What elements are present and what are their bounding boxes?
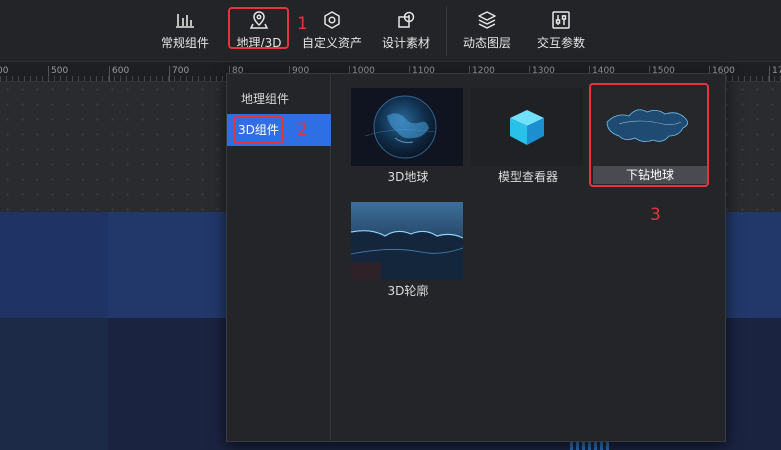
toolbar-item-label: 设计素材: [381, 36, 430, 50]
ruler-minor-tick: [198, 76, 199, 81]
ruler-minor-tick: [756, 76, 757, 81]
ruler-minor-tick: [60, 76, 61, 81]
ruler-minor-tick: [6, 76, 7, 81]
ruler-minor-tick: [42, 76, 43, 81]
ruler-minor-tick: [750, 76, 751, 81]
ruler-minor-tick: [30, 76, 31, 81]
annotation-number: 1: [297, 14, 308, 34]
ruler-minor-tick: [66, 76, 67, 81]
ruler-minor-tick: [90, 76, 91, 81]
category-3d-components[interactable]: 3D组件: [227, 114, 331, 146]
ruler-minor-tick: [24, 76, 25, 81]
bar-chart-icon: [174, 9, 196, 31]
layers-icon: [476, 9, 498, 31]
ruler-minor-tick: [144, 76, 145, 81]
component-card-3d-globe[interactable]: 3D地球: [351, 88, 465, 185]
component-label: 3D轮廓: [387, 284, 429, 298]
ruler-minor-tick: [150, 76, 151, 81]
toolbar-item-design-materials[interactable]: 设计素材: [381, 0, 431, 62]
ruler-minor-tick: [120, 76, 121, 81]
ruler-minor-tick: [72, 76, 73, 81]
ruler-minor-tick: [744, 76, 745, 81]
ruler-minor-tick: [726, 76, 727, 81]
ruler-minor-tick: [156, 76, 157, 81]
ruler-minor-tick: [138, 76, 139, 81]
ruler-minor-tick: [192, 76, 193, 81]
ruler-minor-tick: [768, 76, 769, 81]
ruler-tick: 00: [0, 62, 8, 82]
ruler-minor-tick: [210, 76, 211, 81]
ruler-minor-tick: [78, 76, 79, 81]
ruler-minor-tick: [114, 76, 115, 81]
app-window: { "toolbar": { "items": [ {"label": "常规组…: [0, 0, 781, 450]
ruler-minor-tick: [762, 76, 763, 81]
toolbar-item-label: 自定义资产: [302, 36, 363, 50]
design-material-icon: [395, 9, 417, 31]
toolbar-item-interaction-params[interactable]: 交互参数: [536, 0, 586, 62]
globe-thumbnail: [351, 88, 463, 166]
ruler-minor-tick: [96, 76, 97, 81]
ruler-minor-tick: [174, 76, 175, 81]
annotation-number: 2: [297, 120, 308, 140]
ruler-minor-tick: [204, 76, 205, 81]
cube-thumbnail: [471, 88, 583, 166]
top-toolbar: 常规组件 地理/3D 自定义资产 设计素材 动态图层 交互参数: [0, 0, 781, 62]
category-label: 地理组件: [241, 92, 290, 106]
toolbar-item-custom-assets[interactable]: 自定义资产: [302, 0, 362, 62]
ruler-minor-tick: [738, 76, 739, 81]
ruler-minor-tick: [126, 76, 127, 81]
hexagon-icon: [321, 9, 343, 31]
toolbar-item-label: 常规组件: [160, 36, 209, 50]
ruler-minor-tick: [12, 76, 13, 81]
annotation-number: 3: [650, 205, 661, 225]
component-label: 3D地球: [387, 170, 429, 184]
toolbar-item-dynamic-layers[interactable]: 动态图层: [462, 0, 512, 62]
ruler-minor-tick: [186, 76, 187, 81]
ruler-minor-tick: [774, 76, 775, 81]
component-card-3d-outline[interactable]: 3D轮廓: [351, 202, 465, 299]
category-sidebar: 地理组件 3D组件: [227, 74, 331, 441]
toolbar-item-label: 动态图层: [462, 36, 511, 50]
ruler-minor-tick: [162, 76, 163, 81]
toolbar-item-label: 交互参数: [536, 36, 585, 50]
highlight-box-geo-3d: [228, 7, 289, 49]
ruler-minor-tick: [132, 76, 133, 81]
ruler-minor-tick: [54, 76, 55, 81]
ruler-minor-tick: [180, 76, 181, 81]
canvas-component-edge: [728, 318, 781, 450]
sliders-icon: [550, 9, 572, 31]
category-geo-components[interactable]: 地理组件: [227, 83, 331, 115]
ruler-minor-tick: [48, 76, 49, 81]
category-label: 3D组件: [233, 116, 284, 144]
ruler-minor-tick: [732, 76, 733, 81]
ruler-minor-tick: [168, 76, 169, 81]
ruler-minor-tick: [222, 76, 223, 81]
ruler-minor-tick: [0, 76, 1, 81]
ruler-minor-tick: [108, 76, 109, 81]
canvas-component-band-left: [0, 212, 108, 318]
component-card-model-viewer[interactable]: 模型查看器: [471, 88, 585, 185]
toolbar-divider: [446, 6, 447, 56]
component-label: 模型查看器: [497, 170, 558, 184]
highlight-box-drill-down-globe: [589, 83, 709, 187]
ruler-minor-tick: [36, 76, 37, 81]
outline-map-thumbnail: [351, 202, 463, 280]
toolbar-item-common-components[interactable]: 常规组件: [160, 0, 210, 62]
ruler-minor-tick: [84, 76, 85, 81]
ruler-minor-tick: [216, 76, 217, 81]
ruler-minor-tick: [18, 76, 19, 81]
ruler-minor-tick: [102, 76, 103, 81]
